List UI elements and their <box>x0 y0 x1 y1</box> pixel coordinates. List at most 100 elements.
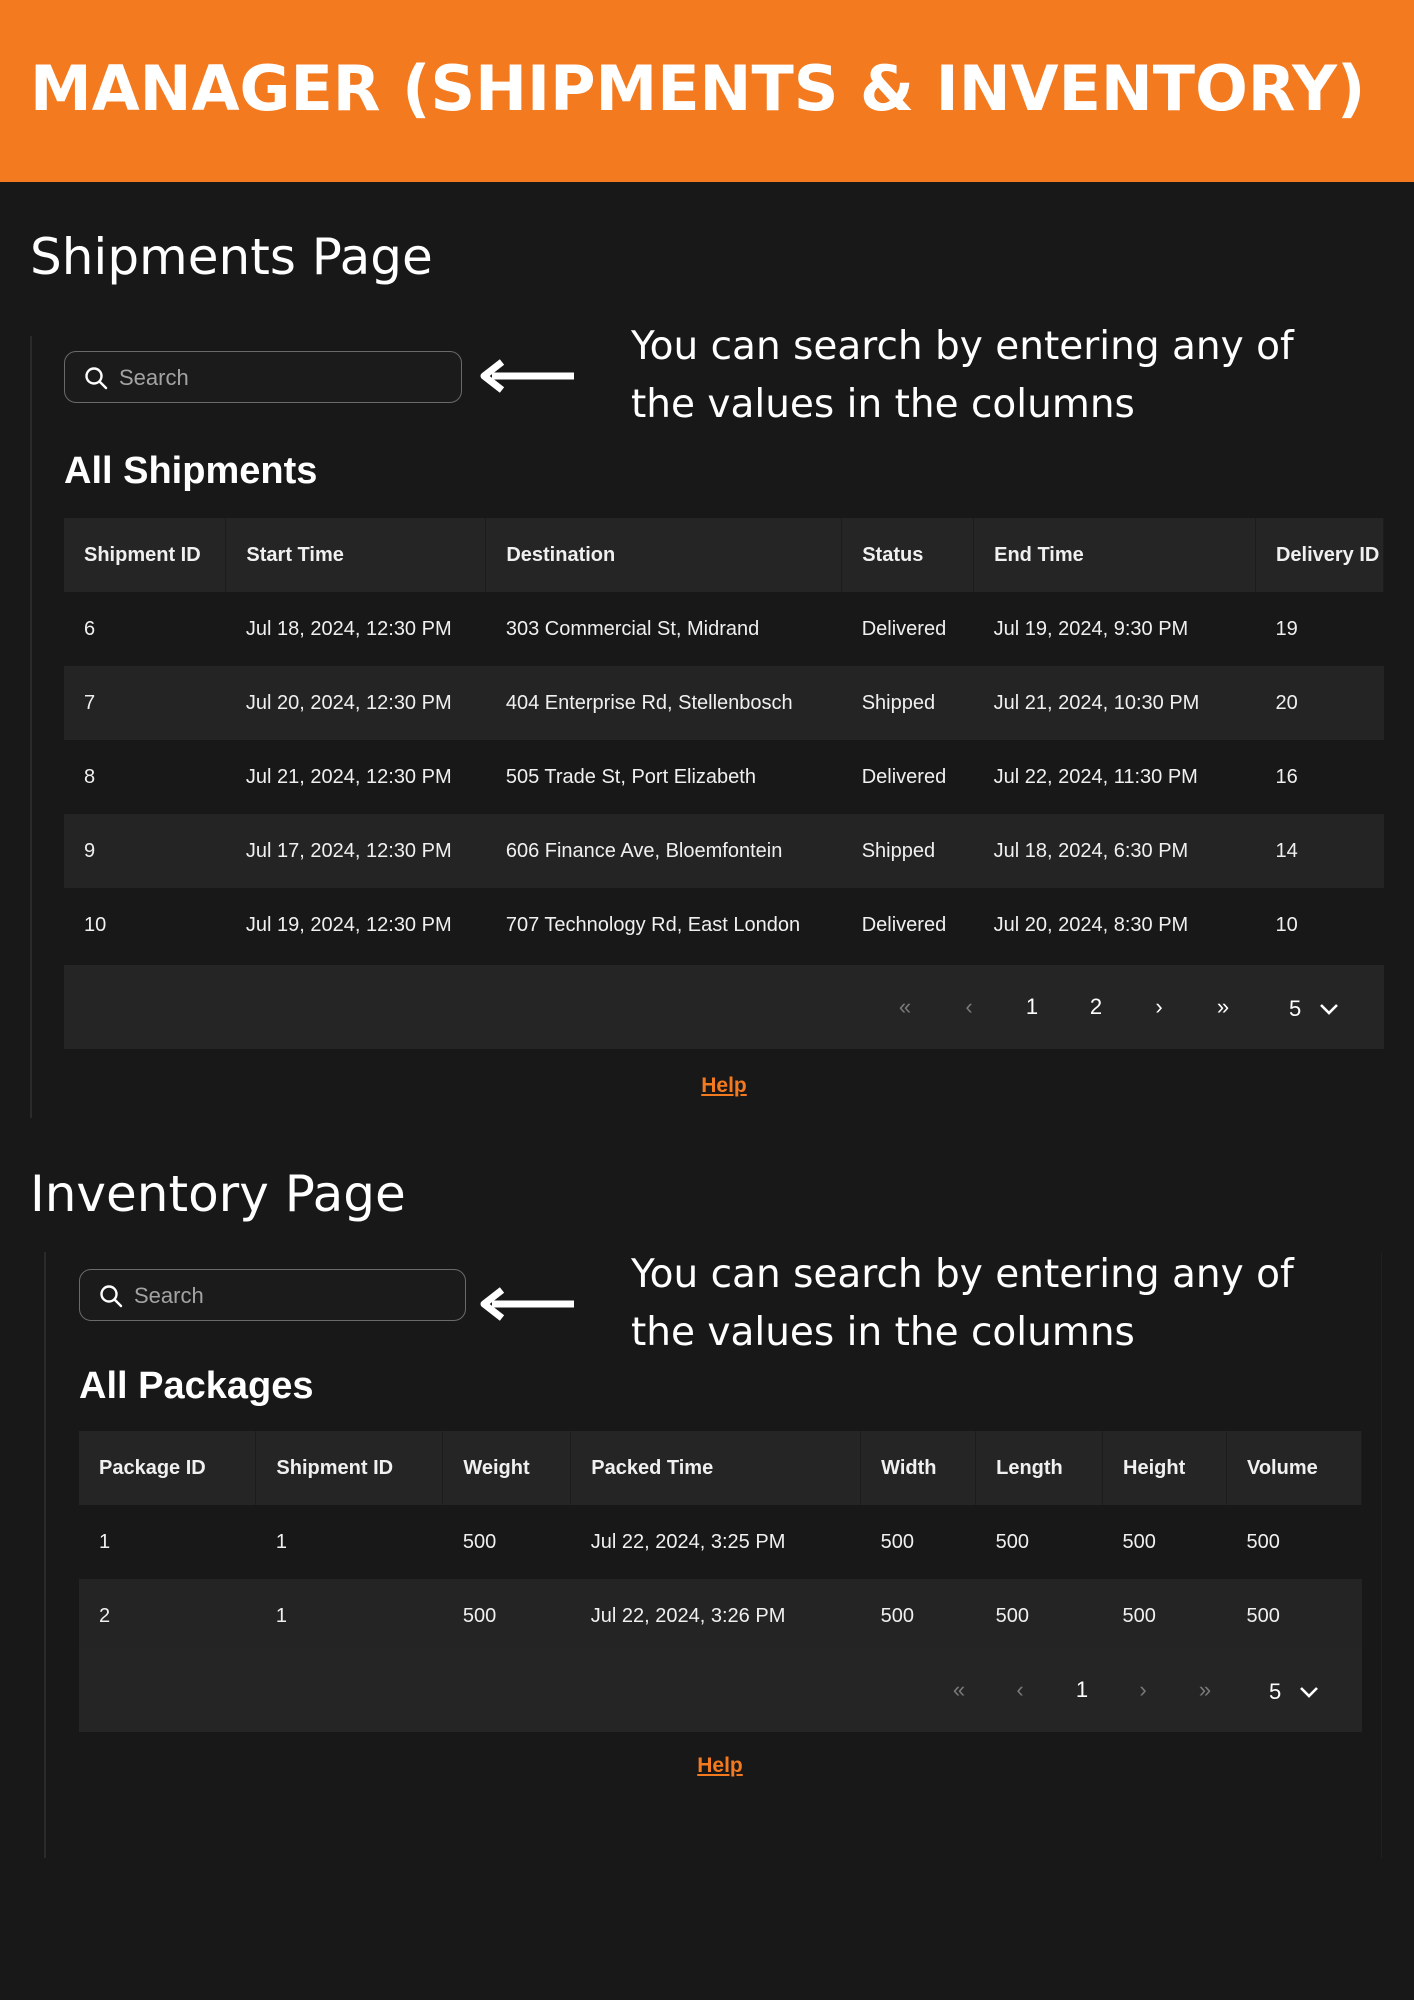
page-size-value: 5 <box>1289 996 1302 1021</box>
chevron-down-icon <box>1320 1004 1338 1015</box>
shipments-table: Shipment ID Start Time Destination Statu… <box>64 518 1385 962</box>
table-cell: 606 Finance Ave, Bloemfontein <box>485 814 842 888</box>
table-cell: Jul 18, 2024, 12:30 PM <box>225 592 486 666</box>
shipments-frame-border <box>30 336 32 1118</box>
column-header[interactable]: Packed Time <box>570 1431 862 1505</box>
column-header[interactable]: Package ID <box>79 1431 257 1505</box>
column-header[interactable]: Shipment ID <box>64 518 227 592</box>
table-cell: Shipped <box>841 814 974 888</box>
table-cell: 303 Commercial St, Midrand <box>485 592 842 666</box>
last-page-button[interactable]: » <box>1185 1670 1225 1710</box>
table-cell: 1 <box>255 1505 443 1579</box>
table-cell: Delivered <box>841 888 974 962</box>
table-cell: 500 <box>1102 1505 1227 1579</box>
table-cell: 500 <box>442 1505 571 1579</box>
column-header[interactable]: Shipment ID <box>255 1431 444 1505</box>
table-cell: Delivered <box>841 740 974 814</box>
shipments-help-link[interactable]: Help <box>674 1074 774 1098</box>
column-header[interactable]: Delivery ID <box>1255 518 1385 592</box>
table-cell: Jul 20, 2024, 8:30 PM <box>973 888 1256 962</box>
inventory-frame-border <box>44 1252 46 1858</box>
table-cell: 7 <box>64 666 226 740</box>
table-cell: 505 Trade St, Port Elizabeth <box>485 740 842 814</box>
first-page-button[interactable]: « <box>939 1670 979 1710</box>
table-row[interactable]: 9 Jul 17, 2024, 12:30 PM 606 Finance Ave… <box>64 814 1384 888</box>
shipments-search-input[interactable] <box>117 362 421 394</box>
table-row[interactable]: 8 Jul 21, 2024, 12:30 PM 505 Trade St, P… <box>64 740 1384 814</box>
table-cell: Jul 22, 2024, 3:26 PM <box>570 1579 861 1653</box>
table-cell: Jul 21, 2024, 10:30 PM <box>973 666 1256 740</box>
table-cell: Jul 19, 2024, 12:30 PM <box>225 888 486 962</box>
shipments-section-title: Shipments Page <box>30 228 433 286</box>
search-icon <box>100 1285 123 1308</box>
column-header[interactable]: Length <box>975 1431 1104 1505</box>
column-header[interactable]: Weight <box>442 1431 572 1505</box>
column-header[interactable]: Width <box>860 1431 977 1505</box>
table-cell: 707 Technology Rd, East London <box>485 888 842 962</box>
page-1-button[interactable]: 1 <box>1062 1670 1102 1710</box>
inventory-pagination: « ‹ 1 › » 5 <box>79 1648 1362 1732</box>
shipments-table-title: All Shipments <box>64 450 318 492</box>
table-cell: Jul 22, 2024, 3:25 PM <box>570 1505 861 1579</box>
table-row[interactable]: 1 1 500 Jul 22, 2024, 3:25 PM 500 500 50… <box>79 1505 1362 1579</box>
last-page-button[interactable]: » <box>1203 987 1243 1027</box>
column-header[interactable]: End Time <box>973 518 1256 592</box>
table-row[interactable]: 7 Jul 20, 2024, 12:30 PM 404 Enterprise … <box>64 666 1384 740</box>
inventory-frame-border-right <box>1381 1252 1382 1858</box>
table-cell: 500 <box>975 1579 1103 1653</box>
column-header[interactable]: Volume <box>1226 1431 1363 1505</box>
first-page-button[interactable]: « <box>885 987 925 1027</box>
shipments-search-box[interactable] <box>64 351 462 403</box>
table-cell: Jul 22, 2024, 11:30 PM <box>973 740 1256 814</box>
inventory-search-input[interactable] <box>132 1280 436 1312</box>
table-cell: 19 <box>1255 592 1384 666</box>
table-cell: 500 <box>975 1505 1103 1579</box>
table-cell: 500 <box>1102 1579 1227 1653</box>
inventory-search-box[interactable] <box>79 1269 466 1321</box>
inventory-table-title: All Packages <box>79 1365 314 1407</box>
table-cell: 20 <box>1255 666 1384 740</box>
table-cell: 500 <box>860 1579 976 1653</box>
arrow-left-icon <box>480 1287 574 1321</box>
table-cell: Jul 19, 2024, 9:30 PM <box>973 592 1256 666</box>
page-banner: MANAGER (SHIPMENTS & INVENTORY) <box>0 0 1414 182</box>
table-cell: 500 <box>860 1505 976 1579</box>
column-header[interactable]: Height <box>1102 1431 1227 1505</box>
table-cell: Jul 18, 2024, 6:30 PM <box>973 814 1256 888</box>
page-2-button[interactable]: 2 <box>1076 987 1116 1027</box>
table-cell: Jul 17, 2024, 12:30 PM <box>225 814 486 888</box>
table-row[interactable]: 2 1 500 Jul 22, 2024, 3:26 PM 500 500 50… <box>79 1579 1362 1653</box>
next-page-button[interactable]: › <box>1123 1670 1163 1710</box>
table-cell: Jul 21, 2024, 12:30 PM <box>225 740 486 814</box>
shipments-pagination: « ‹ 1 2 › » 5 <box>64 965 1384 1049</box>
table-row[interactable]: 10 Jul 19, 2024, 12:30 PM 707 Technology… <box>64 888 1384 962</box>
search-icon <box>85 367 108 390</box>
column-header[interactable]: Status <box>841 518 975 592</box>
table-header-row: Shipment ID Start Time Destination Statu… <box>64 518 1385 592</box>
page-size-value: 5 <box>1269 1679 1282 1704</box>
chevron-down-icon <box>1300 1687 1318 1698</box>
table-cell: 2 <box>79 1579 256 1653</box>
table-cell: Shipped <box>841 666 974 740</box>
inventory-help-link[interactable]: Help <box>670 1754 770 1778</box>
column-header[interactable]: Destination <box>485 518 843 592</box>
table-header-row: Package ID Shipment ID Weight Packed Tim… <box>79 1431 1363 1505</box>
table-cell: 500 <box>1226 1505 1362 1579</box>
column-header[interactable]: Start Time <box>225 518 487 592</box>
table-cell: 10 <box>1255 888 1384 962</box>
table-cell: 16 <box>1255 740 1384 814</box>
table-row[interactable]: 6 Jul 18, 2024, 12:30 PM 303 Commercial … <box>64 592 1384 666</box>
prev-page-button[interactable]: ‹ <box>1000 1670 1040 1710</box>
inventory-search-hint: You can search by entering any of the va… <box>631 1252 1294 1355</box>
table-cell: 500 <box>442 1579 571 1653</box>
inventory-section-title: Inventory Page <box>30 1165 406 1223</box>
next-page-button[interactable]: › <box>1139 987 1179 1027</box>
prev-page-button[interactable]: ‹ <box>949 987 989 1027</box>
table-cell: 14 <box>1255 814 1384 888</box>
page-1-button[interactable]: 1 <box>1012 987 1052 1027</box>
table-cell: Delivered <box>841 592 974 666</box>
table-cell: 1 <box>255 1579 443 1653</box>
page-size-select[interactable]: 5 <box>1289 989 1359 1029</box>
page-size-select[interactable]: 5 <box>1269 1672 1339 1712</box>
table-cell: 6 <box>64 592 226 666</box>
